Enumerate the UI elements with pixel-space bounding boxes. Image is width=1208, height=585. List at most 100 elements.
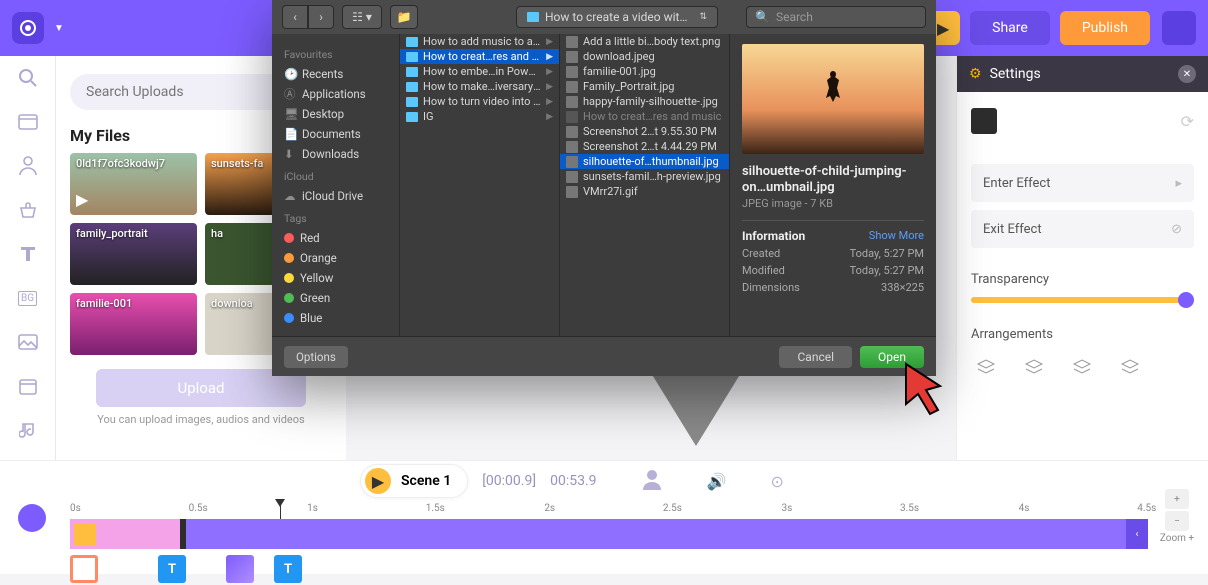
sidebar-item-applications[interactable]: ⒶApplications <box>278 84 393 104</box>
finder-row[interactable]: IG▶ <box>400 109 559 124</box>
text-icon[interactable] <box>16 242 40 266</box>
finder-row[interactable]: How to turn video into gif▶ <box>400 94 559 109</box>
arrangements-label: Arrangements <box>971 327 1194 342</box>
upload-hint: You can upload images, audios and videos <box>70 413 332 426</box>
scene-time-total: 00:53.9 <box>550 473 596 489</box>
timeline-ruler[interactable]: 0s 0.5s 1s 1.5s 2s 2.5s 3s 3.5s 4s 4.5s <box>70 501 1148 519</box>
sidebar-item-icloud[interactable]: ☁iCloud Drive <box>278 186 393 206</box>
audio-icon[interactable] <box>16 418 40 442</box>
timeline-clip[interactable] <box>70 555 98 583</box>
sidebar-tag[interactable]: Blue <box>278 308 393 328</box>
info-row: CreatedToday, 5:27 PM <box>742 247 924 260</box>
person-icon[interactable] <box>16 154 40 178</box>
open-button[interactable]: Open <box>860 346 924 368</box>
sidebar-item-recents[interactable]: 🕑Recents <box>278 64 393 84</box>
finder-row[interactable]: Screenshot 2…t 9.55.30 PM <box>560 124 729 139</box>
arrange-backward-icon[interactable] <box>1067 352 1097 382</box>
arrange-forward-icon[interactable] <box>1019 352 1049 382</box>
path-dropdown[interactable]: How to create a video wit… ⇅ <box>516 6 718 28</box>
app-logo[interactable] <box>12 12 44 44</box>
nav-back-button[interactable]: ‹ <box>282 5 308 29</box>
logo-menu-chevron[interactable]: ▼ <box>54 23 64 34</box>
timeline-text-clip[interactable]: T <box>158 555 186 583</box>
timeline-clip[interactable] <box>226 555 254 583</box>
video-icon[interactable] <box>16 110 40 134</box>
timeline-text-clip[interactable]: T <box>274 555 302 583</box>
finder-row[interactable]: How to embe…in Powerpoint▶ <box>400 64 559 79</box>
playhead[interactable] <box>280 501 281 519</box>
zoom-out-button[interactable]: − <box>1165 511 1189 531</box>
view-mode-button[interactable]: ☷ ▾ <box>342 5 382 29</box>
upload-thumb[interactable]: 0ld1f7ofc3kodwj7▶ <box>70 153 197 215</box>
sidebar-tag[interactable]: Red <box>278 228 393 248</box>
calendar-icon[interactable] <box>16 374 40 398</box>
scene-play-icon[interactable]: ▶ <box>365 468 391 494</box>
track-collapse-icon[interactable]: ‹ <box>1126 519 1148 549</box>
sidebar-item-downloads[interactable]: ⬇Downloads <box>278 144 393 164</box>
preview-meta: JPEG image - 7 KB <box>742 197 924 210</box>
upload-thumb[interactable]: family_portrait <box>70 223 197 285</box>
camera-icon[interactable]: ⊙ <box>770 472 783 491</box>
refresh-icon[interactable]: ⟳ <box>1181 112 1194 131</box>
sidebar-tag[interactable]: Yellow <box>278 268 393 288</box>
search-icon[interactable] <box>16 66 40 90</box>
finder-row[interactable]: silhouette-of…thumbnail.jpg <box>560 154 729 169</box>
enter-effect[interactable]: Enter Effect▸ <box>971 164 1194 202</box>
sidebar-item-desktop[interactable]: 🖥Desktop <box>278 104 393 124</box>
finder-row[interactable]: happy-family-silhouette-.jpg <box>560 94 729 109</box>
close-icon[interactable]: ✕ <box>1178 65 1196 83</box>
show-more-link[interactable]: Show More <box>869 229 924 243</box>
finder-search-input[interactable]: 🔍 Search <box>746 6 926 28</box>
zoom-in-button[interactable]: + <box>1165 489 1189 509</box>
info-row: Dimensions338×225 <box>742 281 924 294</box>
settings-panel: ⚙ Settings ✕ ⟳ Enter Effect▸ Exit Effect… <box>956 56 1208 460</box>
arrange-front-icon[interactable] <box>971 352 1001 382</box>
sidebar-tag[interactable]: Orange <box>278 248 393 268</box>
exit-effect[interactable]: Exit Effect⊘ <box>971 210 1194 248</box>
sidebar-tag[interactable]: Green <box>278 288 393 308</box>
nav-forward-button[interactable]: › <box>308 5 334 29</box>
scene-pill[interactable]: ▶ Scene 1 <box>360 464 468 498</box>
finder-sidebar: Favourites 🕑Recents ⒶApplications 🖥Deskt… <box>272 34 400 336</box>
play-icon: ▶ <box>76 190 88 209</box>
color-swatch[interactable] <box>971 108 997 134</box>
user-avatar[interactable] <box>1162 11 1196 45</box>
finder-row[interactable]: How to creat…res and music <box>560 109 729 124</box>
finder-row[interactable]: sunsets-famil…h-preview.jpg <box>560 169 729 184</box>
transparency-slider[interactable] <box>971 297 1194 303</box>
share-button[interactable]: Share <box>970 11 1050 45</box>
character-icon[interactable] <box>641 468 663 494</box>
scene-name: Scene 1 <box>401 473 451 489</box>
options-button[interactable]: Options <box>284 346 348 368</box>
finder-row[interactable]: How to add music to a video▶ <box>400 34 559 49</box>
finder-row[interactable]: Family_Portrait.jpg <box>560 79 729 94</box>
background-icon[interactable]: BG <box>16 286 40 310</box>
gear-icon: ⚙ <box>969 66 982 82</box>
file-open-dialog: ‹ › ☷ ▾ 📁 How to create a video wit… ⇅ 🔍… <box>272 0 936 376</box>
effect-enter-icon: ▸ <box>1175 176 1182 191</box>
finder-column-2: Add a little bi…body text.pngdownload.jp… <box>560 34 730 336</box>
info-row: ModifiedToday, 5:27 PM <box>742 264 924 277</box>
finder-row[interactable]: VMrr27i.gif <box>560 184 729 199</box>
track-avatar-icon[interactable] <box>18 504 46 532</box>
effect-none-icon: ⊘ <box>1171 222 1182 237</box>
image-icon[interactable] <box>16 330 40 354</box>
cancel-button[interactable]: Cancel <box>779 346 852 368</box>
finder-row[interactable]: Screenshot 2…t 4.44.29 PM <box>560 139 729 154</box>
audio-track-icon[interactable]: 🔊 <box>707 472 727 491</box>
publish-button[interactable]: Publish <box>1060 11 1150 45</box>
finder-row[interactable]: How to creat…res and music▶ <box>400 49 559 64</box>
folder-up-button[interactable]: 📁 <box>390 5 418 29</box>
finder-row[interactable]: How to make…iversary video▶ <box>400 79 559 94</box>
arrange-back-icon[interactable] <box>1115 352 1145 382</box>
finder-row[interactable]: download.jpeg <box>560 49 729 64</box>
upload-thumb[interactable]: familie-001 <box>70 293 197 355</box>
finder-column-1: How to add music to a video▶How to creat… <box>400 34 560 336</box>
sidebar-item-documents[interactable]: 📄Documents <box>278 124 393 144</box>
finder-row[interactable]: Add a little bi…body text.png <box>560 34 729 49</box>
info-heading: Information <box>742 229 805 243</box>
props-icon[interactable] <box>16 198 40 222</box>
finder-row[interactable]: familie-001.jpg <box>560 64 729 79</box>
slider-thumb[interactable] <box>1178 292 1194 308</box>
timeline-track[interactable]: ‹ <box>70 519 1148 549</box>
